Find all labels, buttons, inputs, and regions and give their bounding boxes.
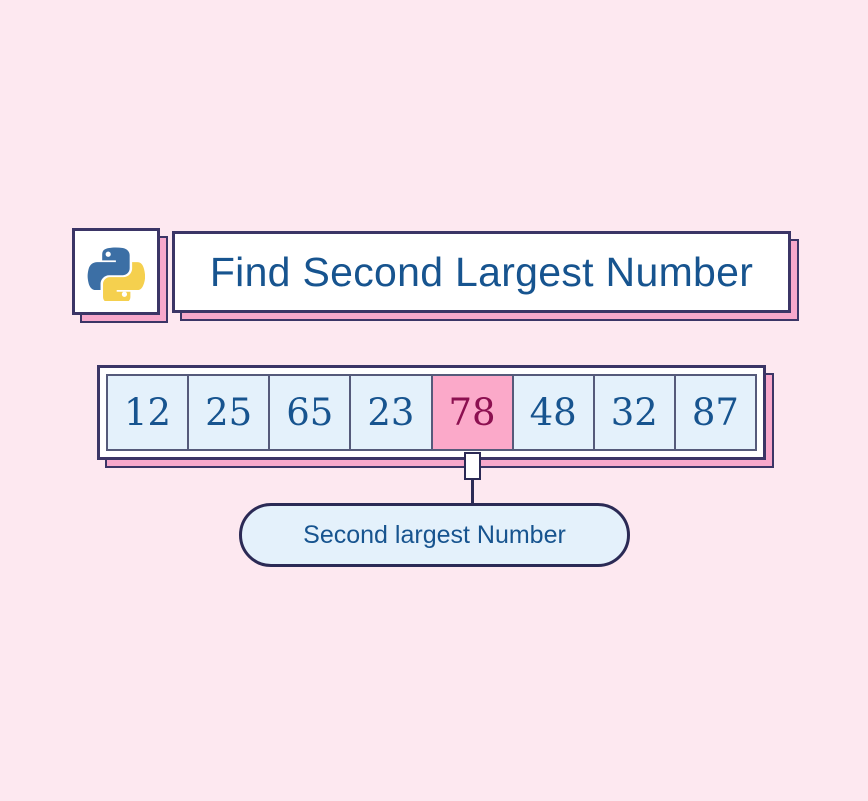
callout-connector-notch bbox=[464, 452, 481, 480]
callout-bubble: Second largest Number bbox=[239, 503, 630, 567]
page-title: Find Second Largest Number bbox=[209, 248, 754, 295]
python-logo-icon bbox=[87, 246, 145, 301]
array-cell[interactable]: 32 bbox=[592, 374, 676, 451]
array-container: 12 25 65 23 78 48 32 87 bbox=[97, 365, 766, 460]
infographic-canvas: Find Second Largest Number 12 25 65 23 7… bbox=[0, 0, 868, 801]
array-cell[interactable]: 23 bbox=[349, 374, 433, 451]
array-cell[interactable]: 12 bbox=[106, 374, 190, 451]
title-card: Find Second Largest Number bbox=[172, 231, 791, 313]
array-cell-highlighted[interactable]: 78 bbox=[430, 374, 514, 451]
array-cell[interactable]: 25 bbox=[187, 374, 271, 451]
array-cells: 12 25 65 23 78 48 32 87 bbox=[106, 374, 757, 451]
python-badge bbox=[72, 228, 160, 315]
array-cell[interactable]: 87 bbox=[673, 374, 757, 451]
array-cell[interactable]: 48 bbox=[511, 374, 595, 451]
callout-label: Second largest Number bbox=[303, 520, 566, 549]
array-cell[interactable]: 65 bbox=[268, 374, 352, 451]
